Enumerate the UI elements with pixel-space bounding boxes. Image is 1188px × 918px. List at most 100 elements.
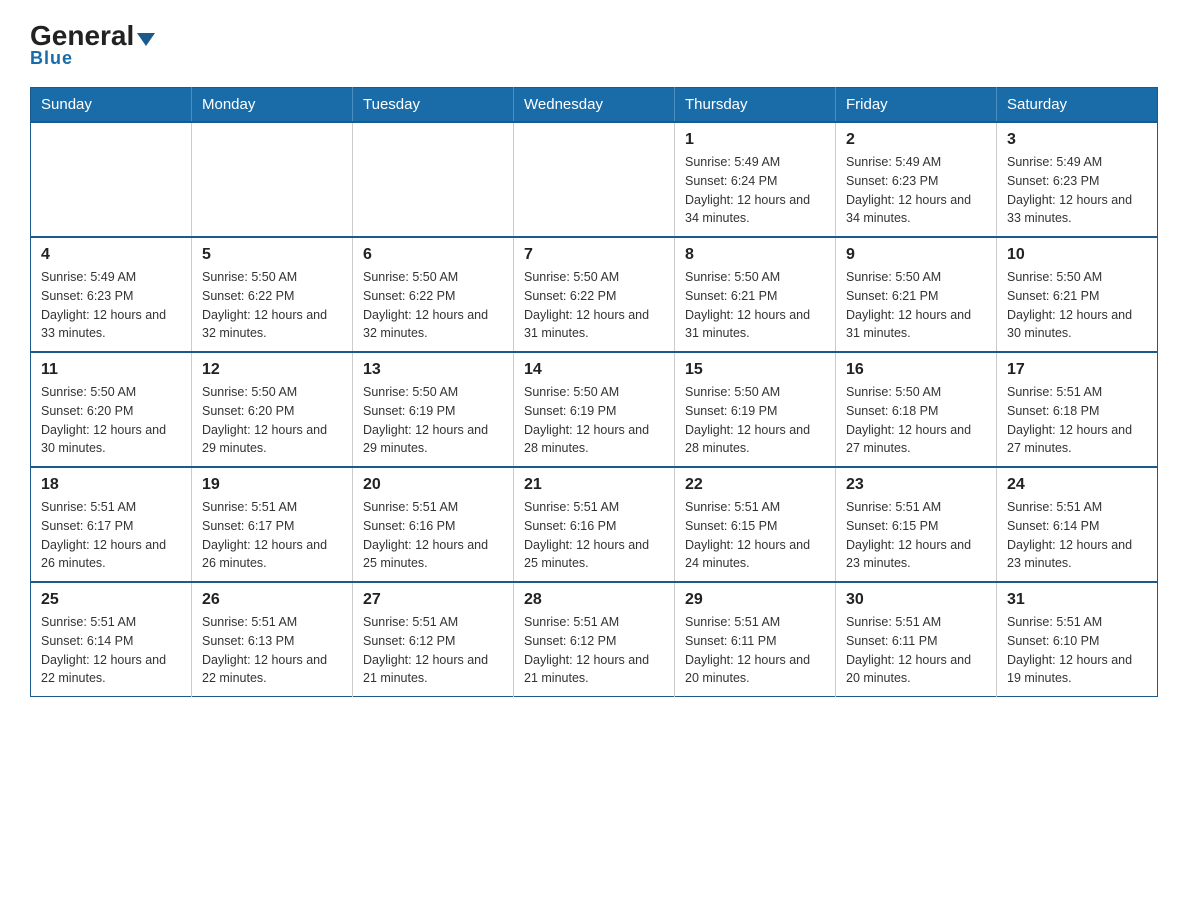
day-info: Sunrise: 5:50 AMSunset: 6:19 PMDaylight:… xyxy=(524,383,664,458)
weekday-thursday: Thursday xyxy=(675,88,836,123)
day-number: 19 xyxy=(202,476,342,494)
day-info: Sunrise: 5:51 AMSunset: 6:14 PMDaylight:… xyxy=(1007,498,1147,573)
calendar-cell: 17Sunrise: 5:51 AMSunset: 6:18 PMDayligh… xyxy=(997,352,1158,467)
weekday-wednesday: Wednesday xyxy=(514,88,675,123)
calendar-cell: 30Sunrise: 5:51 AMSunset: 6:11 PMDayligh… xyxy=(836,582,997,697)
calendar-cell: 11 Sunrise: 5:50 AMSunset: 6:20 PMDayligh… xyxy=(31,352,192,467)
page-header: General Blue xyxy=(30,20,1158,69)
day-number: 26 xyxy=(202,591,342,609)
day-info: Sunrise: 5:51 AMSunset: 6:11 PMDaylight:… xyxy=(685,613,825,688)
calendar-cell: 31Sunrise: 5:51 AMSunset: 6:10 PMDayligh… xyxy=(997,582,1158,697)
calendar-body: 1 Sunrise: 5:49 AMSunset: 6:24 PMDaylight… xyxy=(31,122,1158,697)
calendar-table: SundayMondayTuesdayWednesdayThursdayFrid… xyxy=(30,87,1158,697)
calendar-cell: 25 Sunrise: 5:51 AMSunset: 6:14 PMDayligh… xyxy=(31,582,192,697)
day-number: 14 xyxy=(524,361,664,379)
day-number: 25 xyxy=(41,591,181,609)
day-info: Sunrise: 5:49 AMSunset: 6:23 PMDaylight:… xyxy=(41,268,181,343)
weekday-friday: Friday xyxy=(836,88,997,123)
day-number: 7 xyxy=(524,246,664,264)
calendar-week-1: 1 Sunrise: 5:49 AMSunset: 6:24 PMDaylight… xyxy=(31,122,1158,237)
weekday-sunday: Sunday xyxy=(31,88,192,123)
calendar-cell: 9 Sunrise: 5:50 AMSunset: 6:21 PMDaylight… xyxy=(836,237,997,352)
day-info: Sunrise: 5:50 AMSunset: 6:19 PMDaylight:… xyxy=(685,383,825,458)
day-info: Sunrise: 5:51 AMSunset: 6:15 PMDaylight:… xyxy=(846,498,986,573)
day-number: 31 xyxy=(1007,591,1147,609)
day-number: 6 xyxy=(363,246,503,264)
calendar-cell: 16 Sunrise: 5:50 AMSunset: 6:18 PMDayligh… xyxy=(836,352,997,467)
day-number: 4 xyxy=(41,246,181,264)
day-info: Sunrise: 5:51 AMSunset: 6:14 PMDaylight:… xyxy=(41,613,181,688)
day-number: 1 xyxy=(685,131,825,149)
day-number: 29 xyxy=(685,591,825,609)
calendar-cell: 15 Sunrise: 5:50 AMSunset: 6:19 PMDayligh… xyxy=(675,352,836,467)
calendar-cell: 23 Sunrise: 5:51 AMSunset: 6:15 PMDayligh… xyxy=(836,467,997,582)
calendar-cell: 12 Sunrise: 5:50 AMSunset: 6:20 PMDayligh… xyxy=(192,352,353,467)
calendar-cell: 24 Sunrise: 5:51 AMSunset: 6:14 PMDayligh… xyxy=(997,467,1158,582)
day-info: Sunrise: 5:51 AMSunset: 6:15 PMDaylight:… xyxy=(685,498,825,573)
calendar-cell: 22 Sunrise: 5:51 AMSunset: 6:15 PMDayligh… xyxy=(675,467,836,582)
day-number: 5 xyxy=(202,246,342,264)
calendar-cell: 29 Sunrise: 5:51 AMSunset: 6:11 PMDayligh… xyxy=(675,582,836,697)
calendar-cell xyxy=(353,122,514,237)
day-number: 21 xyxy=(524,476,664,494)
weekday-monday: Monday xyxy=(192,88,353,123)
calendar-cell: 28 Sunrise: 5:51 AMSunset: 6:12 PMDayligh… xyxy=(514,582,675,697)
day-number: 22 xyxy=(685,476,825,494)
day-info: Sunrise: 5:50 AMSunset: 6:19 PMDaylight:… xyxy=(363,383,503,458)
day-info: Sunrise: 5:50 AMSunset: 6:21 PMDaylight:… xyxy=(846,268,986,343)
calendar-cell: 1 Sunrise: 5:49 AMSunset: 6:24 PMDaylight… xyxy=(675,122,836,237)
logo-row2: Blue xyxy=(30,48,73,69)
day-info: Sunrise: 5:50 AMSunset: 6:21 PMDaylight:… xyxy=(1007,268,1147,343)
day-info: Sunrise: 5:50 AMSunset: 6:22 PMDaylight:… xyxy=(202,268,342,343)
day-number: 16 xyxy=(846,361,986,379)
day-number: 23 xyxy=(846,476,986,494)
day-number: 28 xyxy=(524,591,664,609)
calendar-cell: 14 Sunrise: 5:50 AMSunset: 6:19 PMDayligh… xyxy=(514,352,675,467)
calendar-cell: 20 Sunrise: 5:51 AMSunset: 6:16 PMDayligh… xyxy=(353,467,514,582)
day-info: Sunrise: 5:51 AMSunset: 6:16 PMDaylight:… xyxy=(524,498,664,573)
calendar-cell: 18Sunrise: 5:51 AMSunset: 6:17 PMDayligh… xyxy=(31,467,192,582)
day-info: Sunrise: 5:49 AMSunset: 6:24 PMDaylight:… xyxy=(685,153,825,228)
day-info: Sunrise: 5:49 AMSunset: 6:23 PMDaylight:… xyxy=(846,153,986,228)
day-info: Sunrise: 5:50 AMSunset: 6:20 PMDaylight:… xyxy=(41,383,181,458)
day-number: 15 xyxy=(685,361,825,379)
day-info: Sunrise: 5:51 AMSunset: 6:12 PMDaylight:… xyxy=(524,613,664,688)
day-info: Sunrise: 5:51 AMSunset: 6:17 PMDaylight:… xyxy=(202,498,342,573)
day-info: Sunrise: 5:51 AMSunset: 6:13 PMDaylight:… xyxy=(202,613,342,688)
day-number: 20 xyxy=(363,476,503,494)
day-number: 13 xyxy=(363,361,503,379)
weekday-header-row: SundayMondayTuesdayWednesdayThursdayFrid… xyxy=(31,88,1158,123)
calendar-week-4: 18 Sunrise: 5:51 AMSunset: 6:17 PMDayligh… xyxy=(31,467,1158,582)
calendar-cell xyxy=(192,122,353,237)
calendar-cell: 4 Sunrise: 5:49 AMSunset: 6:23 PMDaylight… xyxy=(31,237,192,352)
day-info: Sunrise: 5:51 AMSunset: 6:16 PMDaylight:… xyxy=(363,498,503,573)
day-number: 27 xyxy=(363,591,503,609)
calendar-cell: 7Sunrise: 5:50 AMSunset: 6:22 PMDaylight… xyxy=(514,237,675,352)
day-info: Sunrise: 5:50 AMSunset: 6:21 PMDaylight:… xyxy=(685,268,825,343)
calendar-cell: 19 Sunrise: 5:51 AMSunset: 6:17 PMDayligh… xyxy=(192,467,353,582)
day-number: 3 xyxy=(1007,131,1147,149)
day-number: 2 xyxy=(846,131,986,149)
day-number: 30 xyxy=(846,591,986,609)
calendar-cell xyxy=(514,122,675,237)
calendar-week-5: 25 Sunrise: 5:51 AMSunset: 6:14 PMDayligh… xyxy=(31,582,1158,697)
day-number: 18 xyxy=(41,476,181,494)
day-info: Sunrise: 5:50 AMSunset: 6:18 PMDaylight:… xyxy=(846,383,986,458)
weekday-tuesday: Tuesday xyxy=(353,88,514,123)
day-number: 12 xyxy=(202,361,342,379)
day-number: 17 xyxy=(1007,361,1147,379)
calendar-cell: 8 Sunrise: 5:50 AMSunset: 6:21 PMDaylight… xyxy=(675,237,836,352)
calendar-cell: 5 Sunrise: 5:50 AMSunset: 6:22 PMDaylight… xyxy=(192,237,353,352)
day-number: 24 xyxy=(1007,476,1147,494)
day-number: 11 xyxy=(41,361,181,379)
day-number: 9 xyxy=(846,246,986,264)
calendar-cell: 26 Sunrise: 5:51 AMSunset: 6:13 PMDayligh… xyxy=(192,582,353,697)
logo-triangle-icon xyxy=(137,33,155,46)
day-number: 8 xyxy=(685,246,825,264)
calendar-cell: 13 Sunrise: 5:50 AMSunset: 6:19 PMDayligh… xyxy=(353,352,514,467)
logo-blue-text: Blue xyxy=(30,48,73,69)
weekday-saturday: Saturday xyxy=(997,88,1158,123)
day-info: Sunrise: 5:50 AMSunset: 6:20 PMDaylight:… xyxy=(202,383,342,458)
day-info: Sunrise: 5:51 AMSunset: 6:12 PMDaylight:… xyxy=(363,613,503,688)
day-number: 10 xyxy=(1007,246,1147,264)
